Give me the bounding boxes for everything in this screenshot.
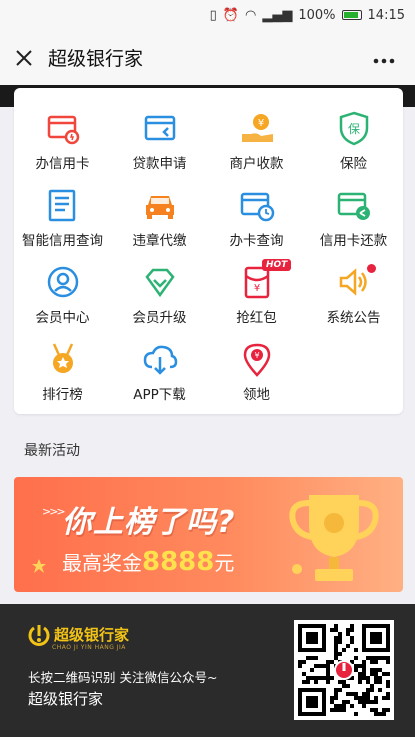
wifi-icon: ◠ [245,7,257,23]
banner-amount: 8888 [142,547,215,577]
menu-item-label: 贷款申请 [132,156,187,172]
arrows-decoration: >>> [42,505,66,518]
menu-item-label: 会员升级 [132,310,187,326]
hand-coin-icon: ¥ [241,114,273,142]
cloud-download-icon [143,345,177,375]
menu-item-label: 会员中心 [35,310,90,326]
vibrate-icon: ▯ [209,7,217,23]
qr-code-image [298,624,390,716]
status-bar: ▯ ⏰ ◠ ▂▄▆ 100% 14:15 [0,0,415,30]
menu-item-13[interactable]: APP下载 [111,329,208,406]
loan-card-icon [144,115,175,141]
svg-text:¥: ¥ [253,283,259,294]
menu-item-label: 智能信用查询 [22,233,103,249]
menu-item-6[interactable]: 办卡查询 [208,175,305,252]
location-pin-icon: ¥ [243,343,270,377]
battery-icon [341,10,362,20]
close-button[interactable] [0,30,48,85]
footer-logo: 超级银行家 CHAO JI YIN HANG JIA [28,624,130,651]
brand-logo-icon [28,625,50,646]
menu-item-label: 保险 [340,156,367,172]
title-bar: 超级银行家 [0,30,415,85]
menu-item-7[interactable]: 信用卡还款 [305,175,402,252]
menu-item-label: 排行榜 [42,387,83,403]
clock: 14:15 [367,7,405,23]
menu-item-10[interactable]: ¥ 抢红包 HOT [208,252,305,329]
diamond-icon [144,268,175,298]
shield-icon: 保 [339,111,368,146]
star-icon [32,559,46,573]
menu-item-label: 办卡查询 [229,233,284,249]
footer-brand-name: 超级银行家 [28,690,104,708]
menu-item-8[interactable]: 会员中心 [14,252,111,329]
menu-item-label: 商户收款 [229,156,284,172]
close-icon [16,49,32,66]
menu-item-label: 违章代缴 [132,233,187,249]
signal-icon: ▂▄▆ [262,7,293,23]
member-icon [47,266,78,298]
hot-badge: HOT [262,259,292,271]
trophy-icon [289,495,379,581]
footer-logo-subtext: CHAO JI YIN HANG JIA [52,644,126,651]
document-icon [48,189,75,222]
menu-item-0[interactable]: 办信用卡 [14,98,111,175]
menu-item-3[interactable]: 保保险 [305,98,402,175]
menu-item-5[interactable]: 违章代缴 [111,175,208,252]
card-clock-icon [240,192,274,222]
menu-item-11[interactable]: 系统公告 [305,252,402,329]
menu-item-label: APP下载 [133,387,186,403]
alarm-icon: ⏰ [222,7,240,23]
menu-item-label: 领地 [243,387,270,403]
footer: 超级银行家 CHAO JI YIN HANG JIA 长按二维码识别 关注微信公… [0,604,415,737]
menu-item-label: 办信用卡 [35,156,90,172]
service-menu: 办信用卡 贷款申请 ¥ 商户收款 保保险智能信用查询 违章代缴 办卡查询 信用卡还款会员中心 会… [14,88,403,414]
section-title: 最新活动 [24,443,80,459]
menu-item-2[interactable]: ¥ 商户收款 [208,98,305,175]
unread-dot [367,264,376,273]
card-refresh-icon [337,192,370,220]
svg-text:¥: ¥ [254,351,259,360]
menu-item-label: 系统公告 [326,310,381,326]
menu-item-14[interactable]: ¥ 领地 [208,329,305,406]
qr-code[interactable] [294,620,394,720]
banner-subtitle-prefix: 最高奖金 [62,551,142,575]
menu-item-9[interactable]: 会员升级 [111,252,208,329]
car-icon [145,196,174,219]
banner-subtitle: 最高奖金8888元 [62,547,234,577]
page-title: 超级银行家 [48,48,144,70]
footer-instruction: 长按二维码识别 关注微信公众号~ [28,670,218,685]
menu-item-label: 抢红包 [236,310,277,326]
footer-logo-text: 超级银行家 [54,626,130,644]
menu-item-4[interactable]: 智能信用查询 [14,175,111,252]
more-icon [373,58,395,64]
banner-headline: 你上榜了吗? [62,505,236,540]
more-button[interactable] [373,45,395,69]
menu-item-1[interactable]: 贷款申请 [111,98,208,175]
svg-text:保: 保 [347,122,359,136]
menu-item-label: 信用卡还款 [319,233,388,249]
battery-percent: 100% [298,7,336,23]
credit-card-icon [47,115,79,145]
medal-icon [52,343,73,373]
svg-text:¥: ¥ [257,118,263,129]
activity-banner[interactable]: >>> 你上榜了吗? 最高奖金8888元 [14,477,403,592]
menu-item-12[interactable]: 排行榜 [14,329,111,406]
banner-subtitle-suffix: 元 [214,551,235,575]
